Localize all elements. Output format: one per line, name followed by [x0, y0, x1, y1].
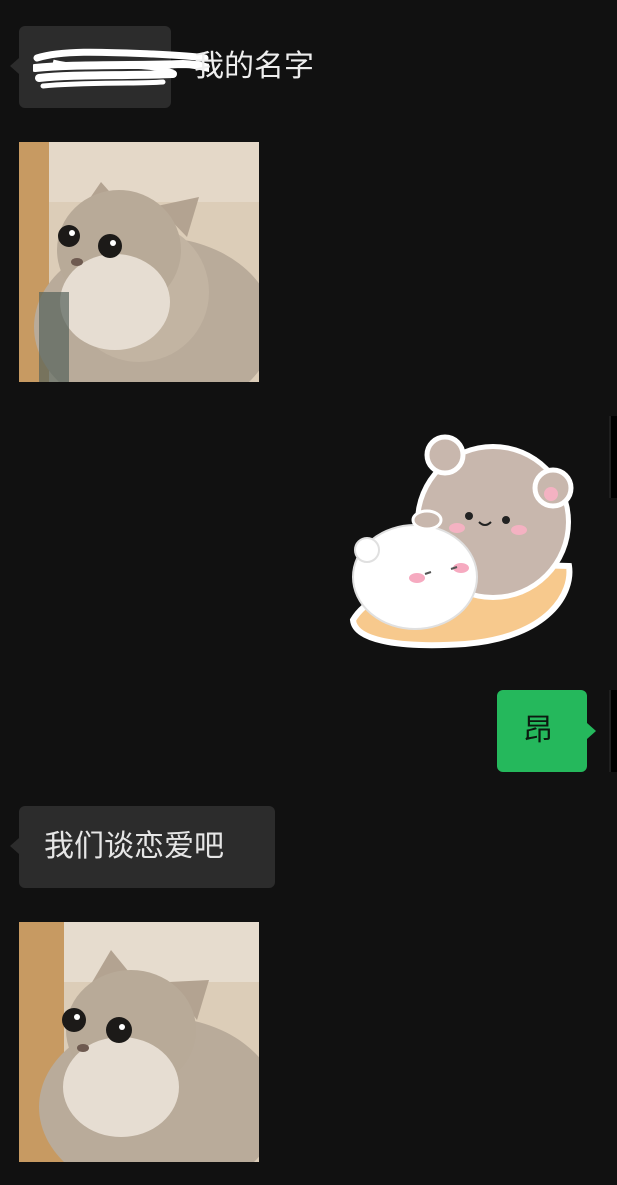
received-message-bubble[interactable]: 我们谈恋爱吧 [10, 806, 275, 888]
cat-photo-message[interactable] [19, 142, 259, 382]
bears-sticker-message[interactable] [345, 432, 577, 654]
received-message-bubble[interactable]: 我的名字 [10, 26, 314, 108]
message-text: 昂 [523, 713, 553, 748]
cat-photo-message[interactable] [19, 922, 259, 1162]
avatar[interactable] [609, 690, 617, 772]
cat-photo-image [19, 142, 259, 382]
message-text: 我们谈恋爱吧 [44, 829, 224, 864]
redaction-scribble-icon [33, 48, 209, 89]
cat-photo-image [19, 922, 259, 1162]
sent-message-bubble[interactable]: 昂 [497, 690, 596, 772]
bears-sticker-image [349, 434, 574, 649]
avatar[interactable] [609, 416, 617, 498]
message-text: 我的名字 [194, 49, 314, 84]
